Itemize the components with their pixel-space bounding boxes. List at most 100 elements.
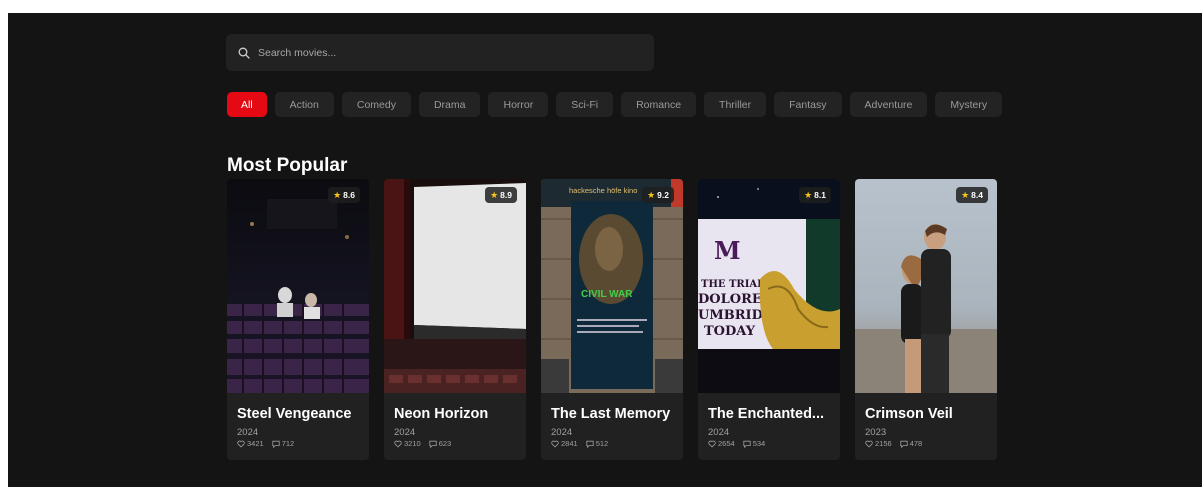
movie-poster: ★ 8.4 [855, 179, 997, 393]
comments-count: 623 [438, 439, 452, 448]
movie-title: Neon Horizon [394, 406, 489, 422]
comments-stat[interactable]: 712 [272, 439, 295, 448]
comments-count: 534 [752, 439, 766, 448]
comments-stat[interactable]: 534 [743, 439, 766, 448]
rating-badge: ★ 8.1 [799, 187, 831, 203]
poster-headline-4: TODAY [704, 324, 756, 339]
comments-stat[interactable]: 623 [429, 439, 452, 448]
likes-stat[interactable]: 2841 [551, 439, 578, 448]
movie-stats: 2841 512 [551, 439, 673, 448]
movie-title: Crimson Veil [865, 406, 953, 422]
app-container: Search movies... All Action Comedy Drama… [8, 13, 1202, 487]
movie-title: Steel Vengeance [237, 406, 352, 422]
likes-count: 3421 [247, 439, 264, 448]
rating-badge: ★ 9.2 [642, 187, 674, 203]
comment-icon [429, 440, 437, 448]
movie-year: 2023 [865, 427, 887, 438]
movie-card[interactable]: M THE TRIAL OF DOLORES UMBRIDGE TODAY ★ … [698, 179, 840, 460]
genre-chip-sci-fi[interactable]: Sci-Fi [556, 92, 614, 117]
comments-stat[interactable]: 478 [900, 439, 923, 448]
search-input[interactable]: Search movies... [258, 47, 336, 59]
genre-chip-comedy[interactable]: Comedy [341, 92, 411, 117]
movie-info: Crimson Veil 2023 2156 478 [855, 393, 997, 448]
genre-chip-adventure[interactable]: Adventure [849, 92, 928, 117]
comments-count: 478 [909, 439, 923, 448]
comment-icon [586, 440, 594, 448]
comments-stat[interactable]: 512 [586, 439, 609, 448]
genre-chip-mystery[interactable]: Mystery [935, 92, 1003, 117]
movie-title: The Enchanted... [708, 406, 825, 422]
movie-card[interactable]: ★ 8.4 Crimson Veil 2023 2156 478 [855, 179, 997, 460]
comment-icon [743, 440, 751, 448]
rating-value: 8.4 [971, 190, 983, 200]
heart-icon [708, 440, 716, 447]
likes-stat[interactable]: 2156 [865, 439, 892, 448]
movie-year: 2024 [551, 427, 573, 438]
likes-count: 3210 [404, 439, 421, 448]
poster-cinema-sign: hackesche höfe kino [569, 186, 637, 195]
heart-icon [237, 440, 245, 447]
movie-info: Neon Horizon 2024 3210 623 [384, 393, 526, 448]
comment-icon [900, 440, 908, 448]
star-icon: ★ [647, 189, 656, 200]
genre-chip-romance[interactable]: Romance [621, 92, 697, 117]
likes-count: 2156 [875, 439, 892, 448]
star-icon: ★ [961, 189, 970, 200]
search-bar[interactable]: Search movies... [226, 34, 654, 71]
rating-value: 8.6 [343, 190, 355, 200]
movie-card-row: ★ 8.6 Steel Vengeance 2024 3421 712 ★ 8.… [227, 179, 997, 460]
movie-year: 2024 [394, 427, 416, 438]
star-icon: ★ [333, 189, 342, 200]
movie-stats: 3421 712 [237, 439, 359, 448]
genre-chip-fantasy[interactable]: Fantasy [774, 92, 842, 117]
movie-poster: M THE TRIAL OF DOLORES UMBRIDGE TODAY ★ … [698, 179, 840, 393]
poster-image-cinema-screen [384, 179, 526, 393]
movie-poster: ★ 8.6 [227, 179, 369, 393]
movie-year: 2024 [237, 427, 259, 438]
heart-icon [865, 440, 873, 447]
movie-year: 2024 [708, 427, 730, 438]
movie-card[interactable]: ★ 8.9 Neon Horizon 2024 3210 623 [384, 179, 526, 460]
likes-count: 2654 [718, 439, 735, 448]
movie-poster: hackesche höfe kino CIVIL WAR ★ 9.2 [541, 179, 683, 393]
comments-count: 712 [281, 439, 295, 448]
movie-info: The Enchanted... 2024 2654 534 [698, 393, 840, 448]
poster-movie-title: CIVIL WAR [581, 289, 633, 300]
poster-image-stage-display: M THE TRIAL OF DOLORES UMBRIDGE TODAY [698, 179, 840, 393]
rating-value: 8.9 [500, 190, 512, 200]
genre-chip-drama[interactable]: Drama [418, 92, 481, 117]
genre-chip-all[interactable]: All [227, 92, 267, 117]
movie-card[interactable]: ★ 8.6 Steel Vengeance 2024 3421 712 [227, 179, 369, 460]
genre-filter-bar: All Action Comedy Drama Horror Sci-Fi Ro… [227, 92, 1003, 117]
genre-chip-horror[interactable]: Horror [488, 92, 549, 117]
likes-stat[interactable]: 3421 [237, 439, 264, 448]
movie-info: Steel Vengeance 2024 3421 712 [227, 393, 369, 448]
likes-stat[interactable]: 3210 [394, 439, 421, 448]
rating-badge: ★ 8.6 [328, 187, 360, 203]
heart-icon [551, 440, 559, 447]
search-icon [238, 47, 250, 59]
svg-text:M: M [714, 236, 741, 265]
movie-info: The Last Memory 2024 2841 512 [541, 393, 683, 448]
rating-badge: ★ 8.4 [956, 187, 988, 203]
rating-value: 8.1 [814, 190, 826, 200]
section-title: Most Popular [227, 155, 348, 176]
movie-card[interactable]: hackesche höfe kino CIVIL WAR ★ 9.2 The … [541, 179, 683, 460]
poster-image-couple-beach [855, 179, 997, 393]
likes-stat[interactable]: 2654 [708, 439, 735, 448]
movie-stats: 3210 623 [394, 439, 516, 448]
comment-icon [272, 440, 280, 448]
heart-icon [394, 440, 402, 447]
star-icon: ★ [490, 189, 499, 200]
movie-title: The Last Memory [551, 406, 671, 422]
poster-image-cinema-facade: hackesche höfe kino CIVIL WAR [541, 179, 683, 393]
star-icon: ★ [804, 189, 813, 200]
rating-value: 9.2 [657, 190, 669, 200]
likes-count: 2841 [561, 439, 578, 448]
poster-image-cinema-seats [227, 179, 369, 393]
genre-chip-thriller[interactable]: Thriller [704, 92, 767, 117]
genre-chip-action[interactable]: Action [274, 92, 334, 117]
rating-badge: ★ 8.9 [485, 187, 517, 203]
movie-stats: 2654 534 [708, 439, 830, 448]
comments-count: 512 [595, 439, 609, 448]
